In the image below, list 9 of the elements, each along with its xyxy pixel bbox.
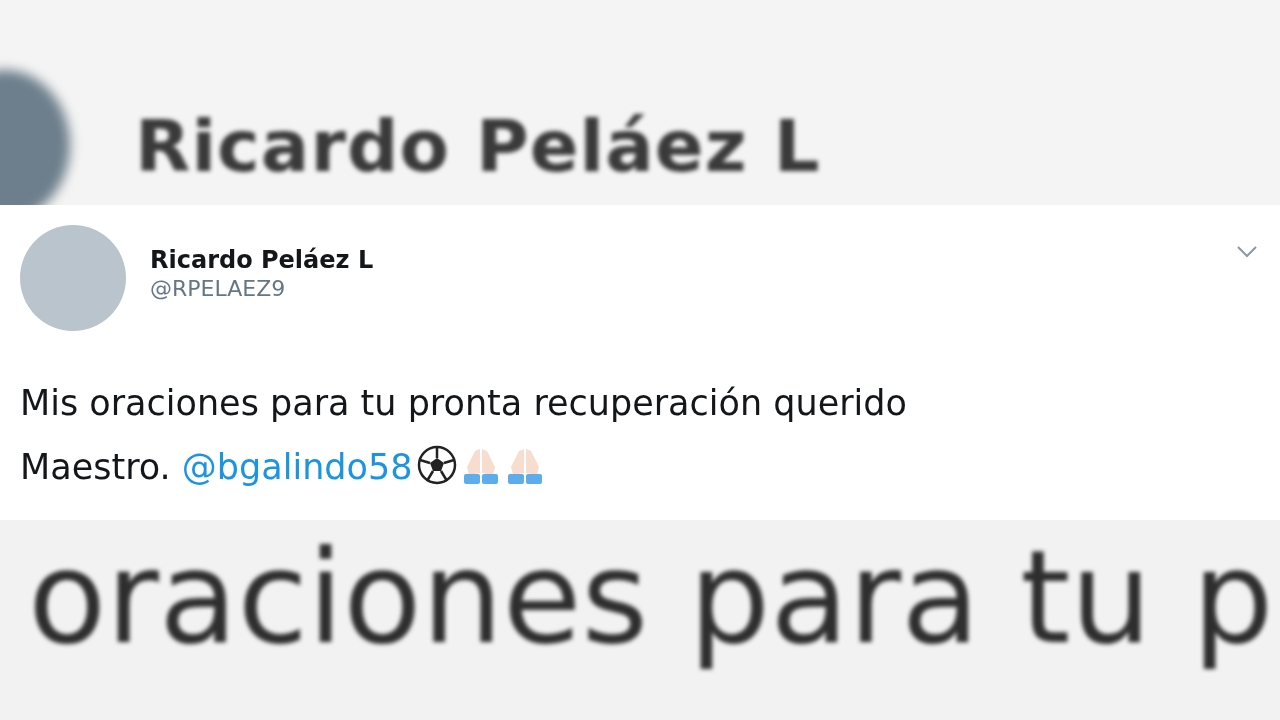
tweet-text: Maestro.	[20, 447, 172, 487]
tweet-text: Mis oraciones para tu pronta recuperación querido	[20, 383, 907, 423]
chevron-down-icon[interactable]	[1236, 245, 1258, 259]
mention-link[interactable]: @bgalindo58	[181, 447, 413, 487]
soccer-ball-icon	[416, 445, 457, 485]
blurred-tweet-text: oraciones para tu p	[27, 522, 1275, 669]
author-name[interactable]: Ricardo Peláez L	[150, 246, 1236, 276]
author-handle[interactable]: @RPELAEZ9	[150, 275, 1236, 304]
blurred-author-name: Ricardo Peláez L	[135, 103, 821, 190]
